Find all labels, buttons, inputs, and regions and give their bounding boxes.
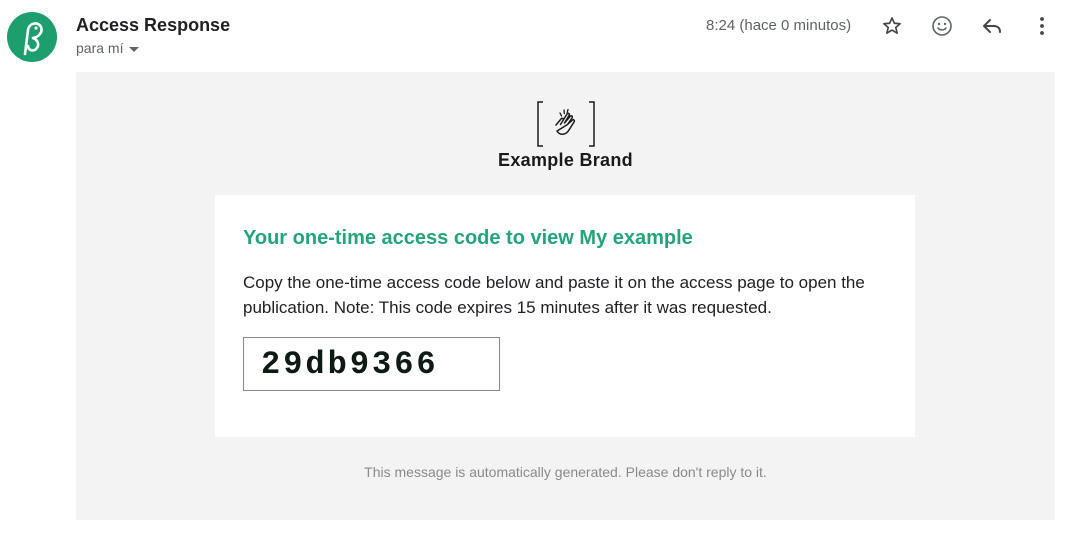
brand-logo-icon	[536, 101, 595, 147]
email-timestamp: 8:24 (hace 0 minutos)	[706, 17, 852, 34]
star-button[interactable]	[877, 11, 907, 41]
more-icon	[1040, 17, 1044, 35]
more-options-button[interactable]	[1027, 11, 1057, 41]
emoji-icon	[932, 16, 952, 36]
reply-button[interactable]	[977, 11, 1007, 41]
card-description: Copy the one-time access code below and …	[243, 273, 865, 317]
reply-icon	[983, 19, 1001, 33]
brand-header: Example Brand	[76, 100, 1055, 171]
brand-bird-icon	[23, 22, 43, 56]
recipient-line[interactable]: para mí	[76, 40, 230, 56]
footer-note: This message is automatically generated.…	[364, 464, 767, 480]
star-icon	[883, 17, 901, 34]
emoji-reaction-button[interactable]	[927, 11, 957, 41]
brand-name: Example Brand	[498, 150, 633, 170]
email-header: Access Response para mí	[76, 14, 230, 56]
email-body: Example Brand Your one-time access code …	[76, 72, 1055, 520]
card-title: Your one-time access code to view My exa…	[243, 227, 693, 249]
access-code[interactable]: 29db9366	[261, 346, 439, 383]
email-subject: Access Response	[76, 15, 231, 35]
recipient-label: para mí	[76, 40, 124, 56]
access-code-box[interactable]: 29db9366	[243, 337, 500, 391]
access-code-card: Your one-time access code to view My exa…	[215, 195, 915, 437]
recipient-dropdown-icon[interactable]	[129, 46, 140, 52]
sender-avatar[interactable]	[7, 12, 57, 62]
